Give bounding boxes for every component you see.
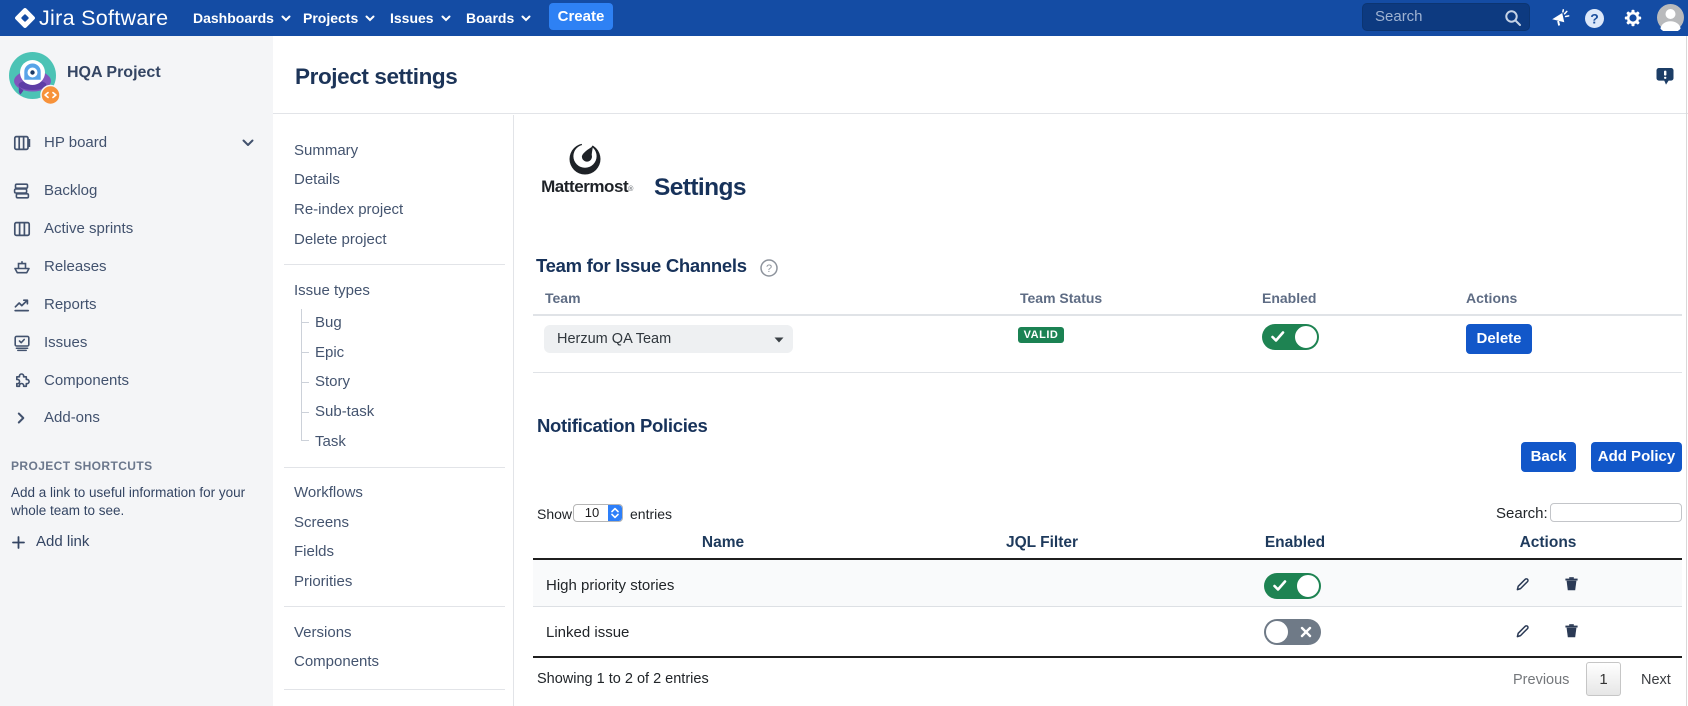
- svg-text:?: ?: [1590, 10, 1599, 26]
- svg-text:?: ?: [766, 263, 772, 275]
